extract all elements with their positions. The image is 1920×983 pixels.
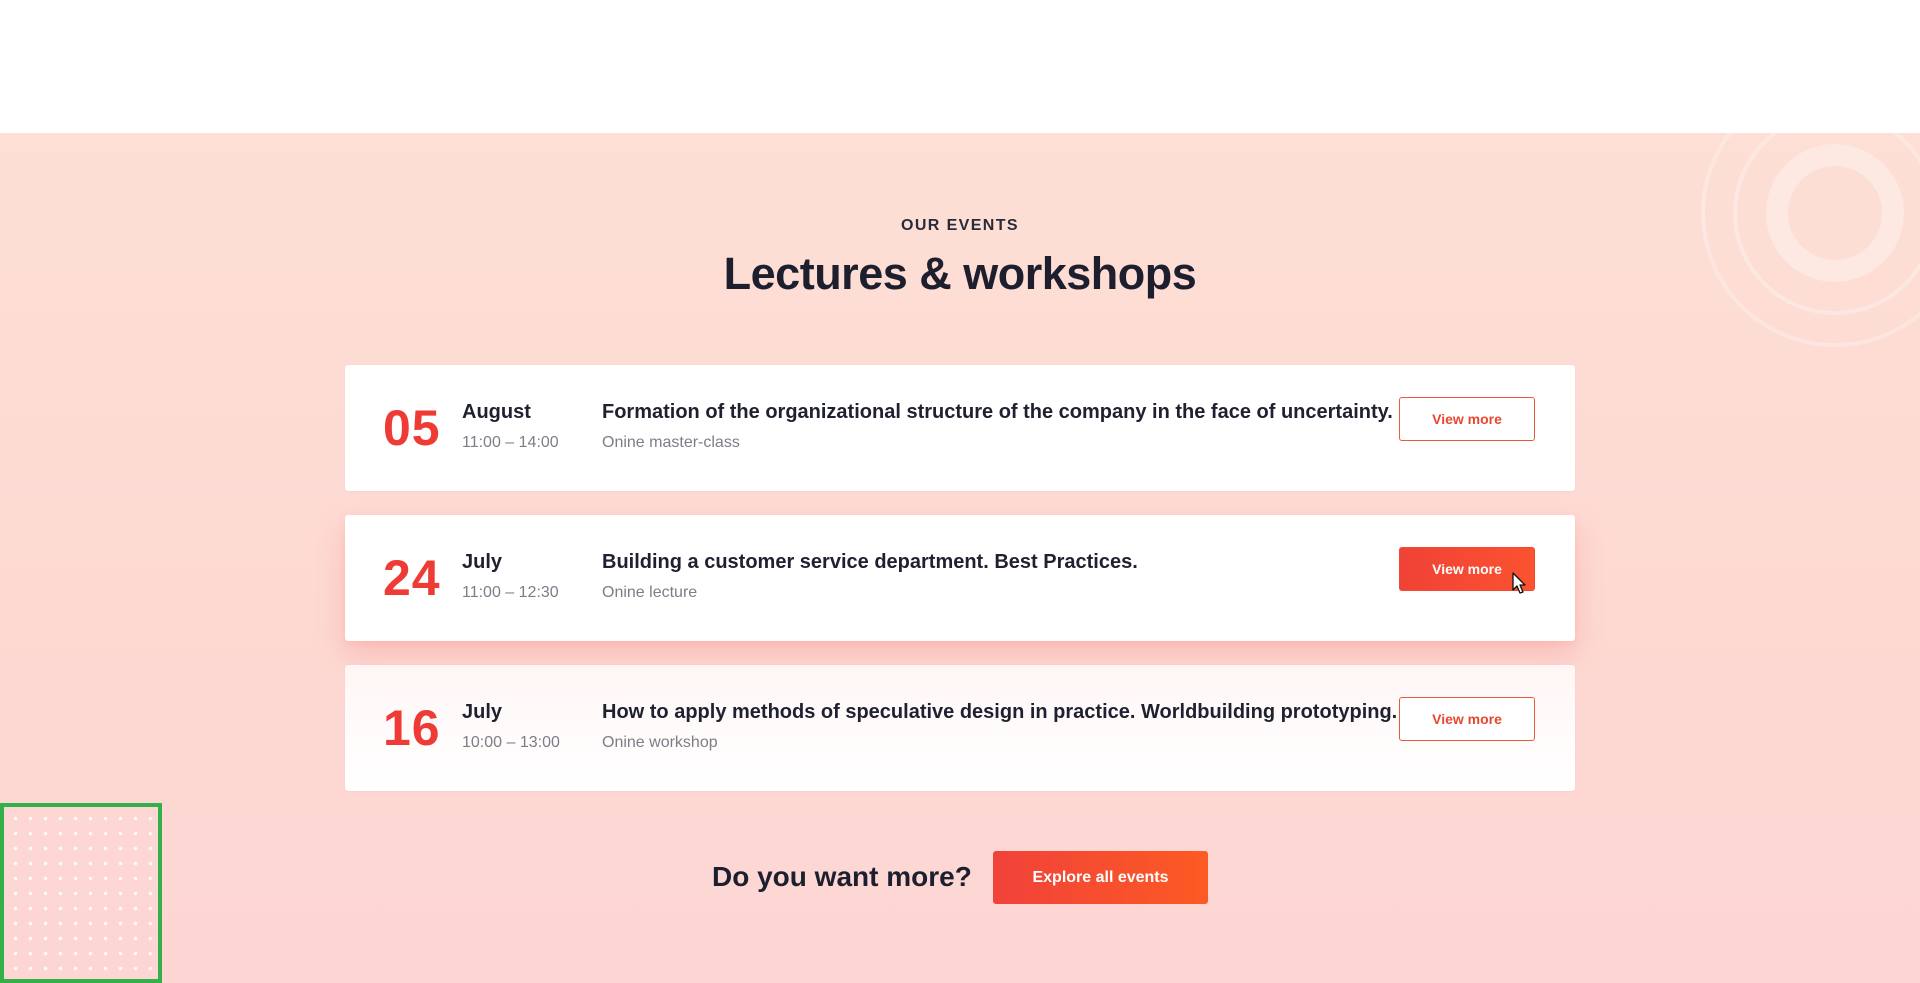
event-type: Onine workshop xyxy=(602,734,718,751)
section-title: Lectures & workshops xyxy=(723,248,1197,299)
concentric-rings-decoration xyxy=(1701,133,1920,347)
event-title: How to apply methods of speculative desi… xyxy=(602,701,1398,723)
event-type: Onine master-class xyxy=(602,434,740,451)
section-eyebrow: OUR EVENTS xyxy=(900,217,1019,234)
event-type: Onine lecture xyxy=(602,584,698,601)
events-section: OUR EVENTS Lectures & workshops 05 Augus… xyxy=(0,133,1920,983)
dot-grid-decoration xyxy=(0,803,162,983)
event-day: 24 xyxy=(383,550,441,606)
event-month: August xyxy=(462,401,531,423)
event-card: 24 July 11:00 – 12:30 Building a custome… xyxy=(345,515,1575,641)
event-card: 16 July 10:00 – 13:00 How to apply metho… xyxy=(345,665,1575,791)
cta-text: Do you want more? xyxy=(712,861,972,892)
top-header-area xyxy=(0,0,1920,133)
event-title: Building a customer service department. … xyxy=(602,551,1138,573)
explore-all-events-button[interactable]: Explore all events xyxy=(993,851,1208,904)
event-month: July xyxy=(462,551,503,573)
event-day: 05 xyxy=(383,400,441,456)
view-more-button[interactable]: View more xyxy=(1399,397,1535,441)
event-title: Formation of the organizational structur… xyxy=(602,401,1393,423)
event-time: 10:00 – 13:00 xyxy=(462,734,560,751)
event-time: 11:00 – 14:00 xyxy=(462,434,559,451)
view-more-button[interactable]: View more xyxy=(1399,697,1535,741)
event-day: 16 xyxy=(383,700,441,756)
event-time: 11:00 – 12:30 xyxy=(462,584,559,601)
mouse-pointer-icon xyxy=(1512,572,1526,594)
event-month: July xyxy=(462,701,503,723)
event-card: 05 August 11:00 – 14:00 Formation of the… xyxy=(345,365,1575,491)
